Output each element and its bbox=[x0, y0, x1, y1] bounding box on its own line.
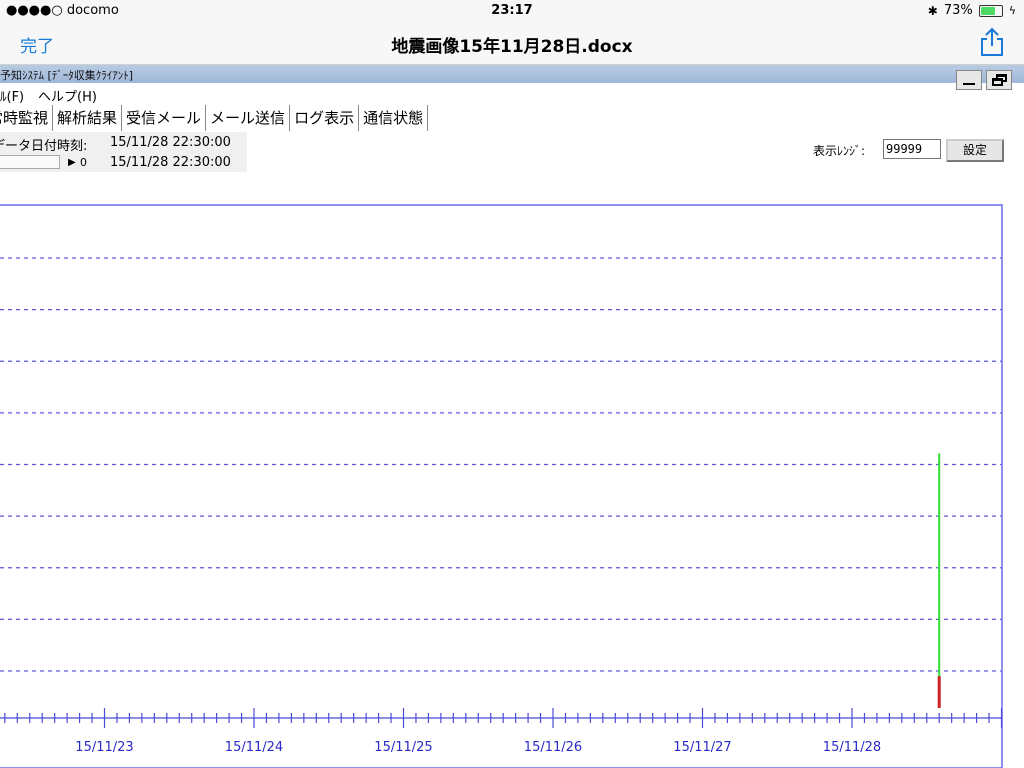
document-image: 予知ｼｽﾃﾑ [ﾃﾞｰﾀ収集ｸﾗｲｱﾝﾄ] ﾙ(F) ヘルプ(H) 常時監視 解… bbox=[0, 65, 1024, 768]
battery-percent: 73% bbox=[943, 3, 973, 18]
navigation-bar: 完了 地震画像15年11月28日.docx bbox=[0, 22, 1024, 65]
status-right: ✱ 73% ϟ bbox=[928, 3, 1016, 18]
x-tick-label: 15/11/28 bbox=[823, 740, 881, 755]
charging-icon: ϟ bbox=[1008, 4, 1016, 17]
window-title: 予知ｼｽﾃﾑ [ﾃﾞｰﾀ収集ｸﾗｲｱﾝﾄ] bbox=[0, 69, 134, 82]
battery-icon bbox=[978, 4, 1003, 17]
menu-help[interactable]: ヘルプ(H) bbox=[38, 86, 97, 105]
tab-log[interactable]: ログ表示 bbox=[290, 105, 360, 131]
tab-received-mail[interactable]: 受信メール bbox=[122, 105, 207, 131]
x-tick-label: 15/11/24 bbox=[225, 740, 283, 755]
range-input[interactable] bbox=[883, 139, 941, 159]
scroll-datetime: 15/11/28 22:30:00 bbox=[110, 155, 231, 170]
info-panel: データ日付時刻: 15/11/28 22:30:00 ▶ 0 15/11/28 … bbox=[0, 132, 805, 172]
tab-comm-status[interactable]: 通信状態 bbox=[359, 105, 429, 131]
x-tick-label: 15/11/25 bbox=[374, 740, 432, 755]
menu-file[interactable]: ﾙ(F) bbox=[0, 86, 24, 105]
tab-monitor[interactable]: 常時監視 bbox=[0, 105, 54, 131]
set-button[interactable]: 設定 bbox=[946, 139, 1004, 162]
battery-level bbox=[980, 6, 996, 15]
share-icon[interactable] bbox=[978, 27, 1006, 57]
tab-bar: 常時監視 解析結果 受信メール メール送信 ログ表示 通信状態 bbox=[0, 105, 429, 131]
ios-status-bar: ●●●●○ docomo 23:17 ✱ 73% ϟ bbox=[0, 0, 1024, 22]
x-tick-label: 15/11/27 bbox=[673, 740, 731, 755]
play-arrow-icon[interactable]: ▶ bbox=[68, 157, 76, 168]
x-tick-label: 15/11/23 bbox=[75, 740, 133, 755]
clock: 23:17 bbox=[491, 3, 533, 18]
x-tick-label: 15/11/26 bbox=[524, 740, 582, 755]
datetime-value: 15/11/28 22:30:00 bbox=[110, 135, 231, 150]
bluetooth-icon: ✱ bbox=[927, 3, 938, 18]
chart-frame bbox=[0, 204, 1003, 768]
tab-analysis[interactable]: 解析結果 bbox=[53, 105, 123, 131]
time-scrollbar[interactable] bbox=[0, 155, 60, 169]
range-label: 表示ﾚﾝｼﾞ: bbox=[813, 144, 866, 158]
datetime-label: データ日付時刻: bbox=[0, 139, 88, 154]
window-titlebar: 予知ｼｽﾃﾑ [ﾃﾞｰﾀ収集ｸﾗｲｱﾝﾄ] bbox=[0, 65, 1024, 83]
info-blank-box bbox=[247, 132, 805, 172]
seismic-chart: 15/11/2215/11/2315/11/2415/11/2515/11/26… bbox=[0, 204, 1003, 768]
tab-send-mail[interactable]: メール送信 bbox=[206, 105, 291, 131]
document-title: 地震画像15年11月28日.docx bbox=[391, 37, 633, 57]
scroll-value: 0 bbox=[80, 156, 87, 169]
menu-bar: ﾙ(F) ヘルプ(H) bbox=[0, 85, 1024, 105]
